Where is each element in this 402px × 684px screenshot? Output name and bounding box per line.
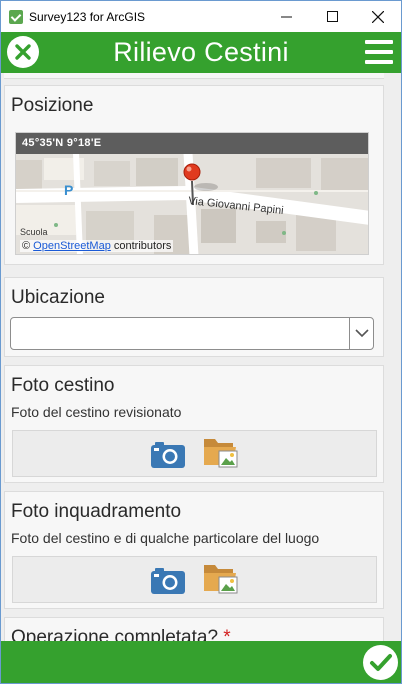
required-marker: * xyxy=(223,627,231,641)
browse-image-button[interactable] xyxy=(203,435,239,469)
check-icon xyxy=(369,653,392,671)
map-attribution: © OpenStreetMap contributors xyxy=(20,240,174,252)
window-title: Survey123 for ArcGIS xyxy=(29,9,146,24)
survey-footer xyxy=(1,641,401,683)
field-operazione: Operazione completata? * xyxy=(4,617,384,641)
camera-icon xyxy=(151,442,185,468)
previous-field-edge xyxy=(4,73,384,79)
photo-input xyxy=(12,556,377,603)
close-icon xyxy=(15,44,31,60)
app-window: Survey123 for ArcGIS Rilievo Cestini Pos… xyxy=(0,0,402,684)
location-map[interactable]: 45°35'N 9°18'E Via Giovanni Papini Scuol… xyxy=(15,132,369,255)
camera-icon xyxy=(151,568,185,594)
field-label: Foto inquadramento xyxy=(11,501,182,522)
field-hint: Foto del cestino revisionato xyxy=(11,404,182,420)
survey-header: Rilievo Cestini xyxy=(1,32,401,73)
maximize-button[interactable] xyxy=(309,1,355,32)
close-survey-button[interactable] xyxy=(7,36,39,68)
field-posizione: Posizione 45°35'N 9°18'E Via Giovanni Pa… xyxy=(4,85,384,265)
ubicazione-select[interactable] xyxy=(10,317,374,350)
photo-input xyxy=(12,430,377,477)
camera-button[interactable] xyxy=(151,568,185,594)
folder-image-icon xyxy=(204,439,238,468)
select-arrow[interactable] xyxy=(349,318,373,349)
survey-title: Rilievo Cestini xyxy=(113,37,289,67)
menu-icon xyxy=(365,40,393,44)
map-place-label: Scuola xyxy=(20,227,48,237)
browse-image-button[interactable] xyxy=(203,561,239,595)
camera-button[interactable] xyxy=(151,442,185,468)
openstreetmap-link[interactable]: OpenStreetMap xyxy=(33,240,111,252)
coordinates-readout: 45°35'N 9°18'E xyxy=(16,133,368,154)
submit-button[interactable] xyxy=(363,645,398,680)
maximize-icon xyxy=(326,11,338,22)
minimize-icon xyxy=(280,16,292,18)
chevron-down-icon xyxy=(354,329,369,338)
window-close-button[interactable] xyxy=(355,1,401,32)
field-label: Foto cestino xyxy=(11,375,115,396)
menu-button[interactable] xyxy=(365,40,393,64)
folder-image-icon xyxy=(204,565,238,594)
field-hint: Foto del cestino e di qualche particolar… xyxy=(11,530,320,546)
field-label: Posizione xyxy=(11,95,94,116)
survey-form[interactable]: Posizione 45°35'N 9°18'E Via Giovanni Pa… xyxy=(1,73,401,641)
field-foto-cestino: Foto cestino Foto del cestino revisionat… xyxy=(4,365,384,483)
app-icon xyxy=(9,9,23,24)
field-foto-inquadramento: Foto inquadramento Foto del cestino e di… xyxy=(4,491,384,609)
parking-icon: P xyxy=(64,182,74,198)
field-label: Ubicazione xyxy=(11,287,105,308)
field-label: Operazione completata? * xyxy=(11,627,231,641)
window-close-icon xyxy=(372,10,384,23)
minimize-button[interactable] xyxy=(263,1,309,32)
window-titlebar: Survey123 for ArcGIS xyxy=(1,1,401,32)
